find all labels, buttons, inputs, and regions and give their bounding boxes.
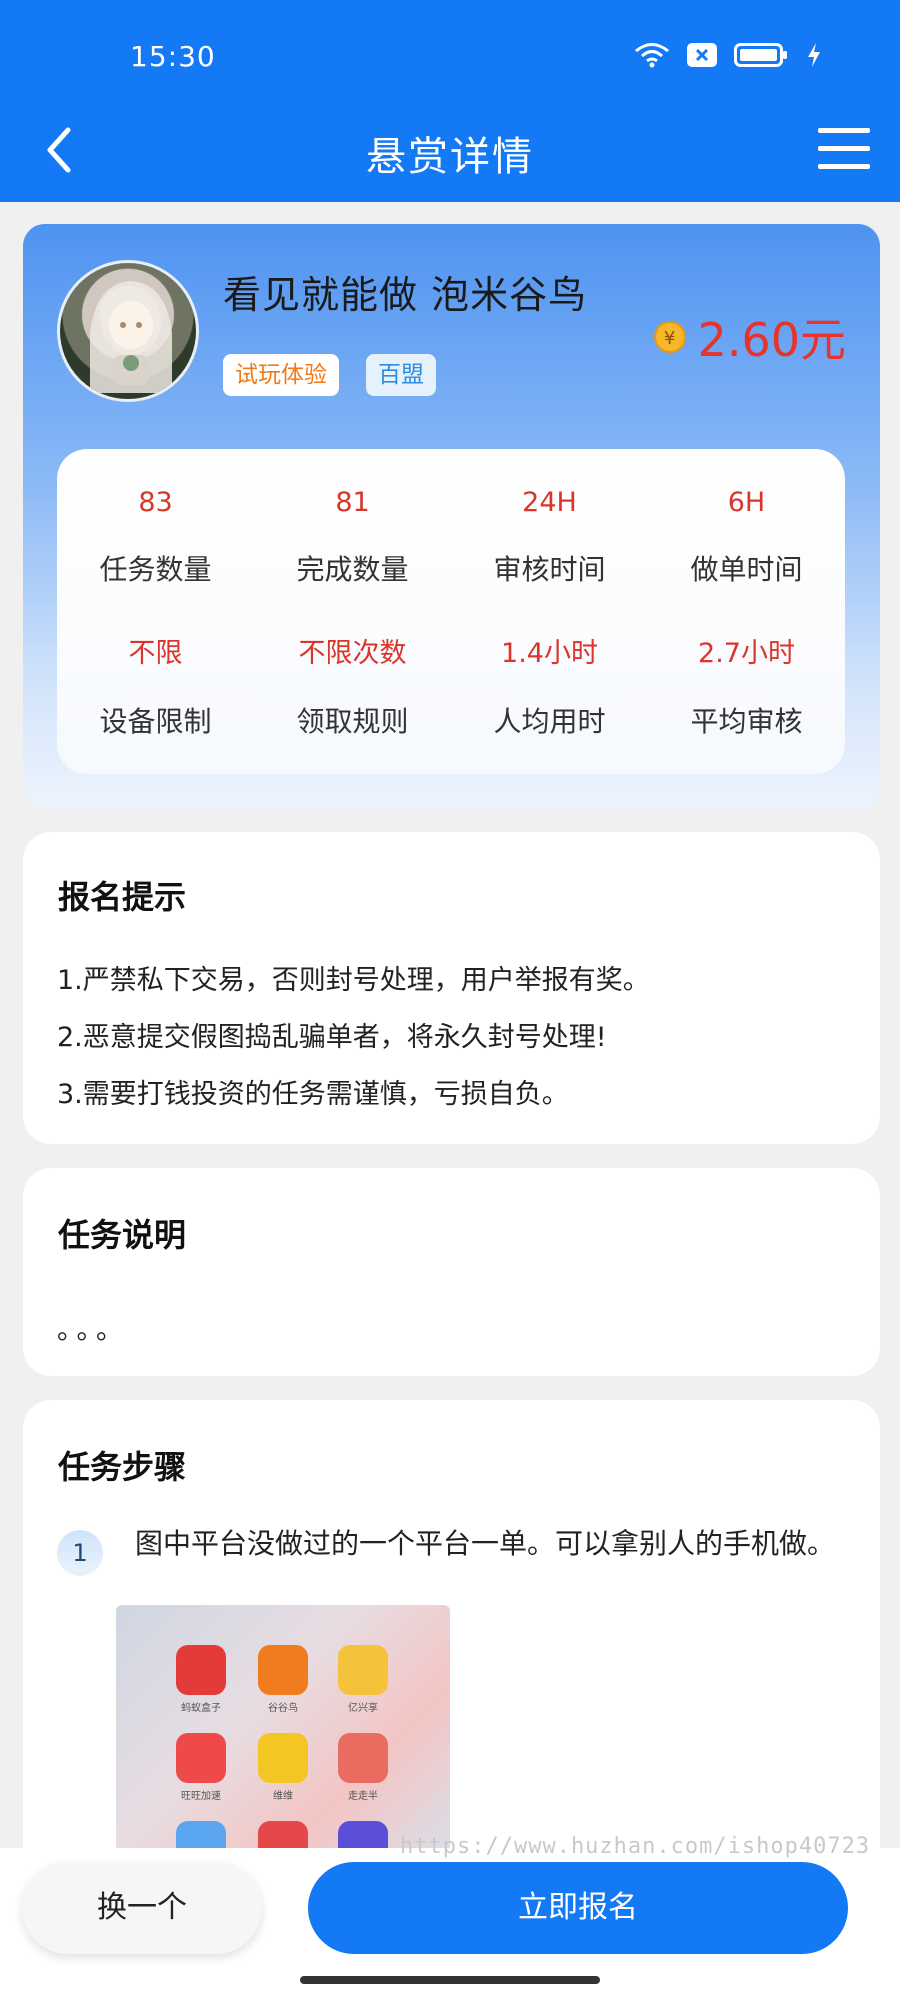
stat-claim-rule: 不限次数 领取规则 bbox=[254, 631, 451, 740]
signup-tips-heading: 报名提示 bbox=[58, 872, 187, 918]
stat-completed-count: 81 完成数量 bbox=[254, 487, 451, 588]
stat-value: 6H bbox=[727, 487, 766, 518]
stat-value: 不限 bbox=[128, 638, 183, 669]
signup-tips-panel: 报名提示 1.严禁私下交易，否则封号处理，用户举报有奖。 2.恶意提交假图捣乱骗… bbox=[23, 832, 880, 1144]
nav-bar: 悬赏详情 bbox=[0, 98, 900, 202]
task-steps-heading: 任务步骤 bbox=[58, 1442, 187, 1488]
stat-label: 领取规则 bbox=[296, 705, 409, 738]
stat-label: 人均用时 bbox=[493, 705, 606, 738]
app-label: 蚂蚁盒子 bbox=[181, 1703, 221, 1714]
app-label: 走走半 bbox=[348, 1791, 378, 1802]
status-icons bbox=[634, 42, 822, 68]
task-steps-panel: 任务步骤 1 图中平台没做过的一个平台一单。可以拿别人的手机做。 蚂蚁盒子 谷谷… bbox=[23, 1400, 880, 1880]
step-number-badge: 1 bbox=[57, 1530, 103, 1576]
stat-device-limit: 不限 设备限制 bbox=[57, 631, 254, 740]
stat-review-time: 24H 审核时间 bbox=[451, 487, 648, 588]
wifi-icon bbox=[635, 43, 669, 68]
tag-platform: 百盟 bbox=[366, 354, 436, 396]
app-label: 谷谷鸟 bbox=[268, 1703, 298, 1714]
tag-trial: 试玩体验 bbox=[223, 354, 339, 396]
stat-value: 2.7小时 bbox=[698, 638, 795, 669]
app-label: 旺旺加速 bbox=[181, 1791, 221, 1802]
stat-value: 81 bbox=[335, 487, 370, 518]
step-screenshot[interactable]: 蚂蚁盒子 谷谷鸟 亿兴享 旺旺加速 维维 走走半 bbox=[116, 1605, 450, 1865]
step-text: 图中平台没做过的一个平台一单。可以拿别人的手机做。 bbox=[135, 1527, 836, 1560]
avatar bbox=[57, 260, 199, 402]
app-icon bbox=[258, 1733, 308, 1783]
stat-value: 不限次数 bbox=[298, 638, 407, 669]
stat-label: 做单时间 bbox=[690, 553, 803, 586]
stat-value: 24H bbox=[522, 487, 577, 518]
stat-label: 任务数量 bbox=[99, 553, 212, 586]
stat-label: 完成数量 bbox=[296, 553, 409, 586]
app-icon bbox=[338, 1645, 388, 1695]
stat-avg-review: 2.7小时 平均审核 bbox=[648, 631, 845, 740]
app-icon bbox=[176, 1645, 226, 1695]
tip-line: 2.恶意提交假图捣乱骗单者，将永久封号处理! bbox=[57, 1022, 607, 1053]
status-time: 15:30 bbox=[130, 40, 216, 73]
sim-off-icon bbox=[687, 43, 717, 67]
app-label: 维维 bbox=[273, 1791, 293, 1802]
stats-grid: 83 任务数量 81 完成数量 24H 审核时间 6H 做单时间 不限 设备限制… bbox=[57, 449, 845, 774]
page-title: 悬赏详情 bbox=[366, 134, 534, 180]
switch-task-button[interactable]: 换一个 bbox=[22, 1862, 262, 1954]
task-desc-heading: 任务说明 bbox=[58, 1210, 187, 1256]
app-icon bbox=[338, 1733, 388, 1783]
apply-now-button[interactable]: 立即报名 bbox=[308, 1862, 848, 1954]
battery-icon bbox=[734, 43, 787, 67]
watermark: https://www.huzhan.com/ishop40723 bbox=[400, 1834, 871, 1859]
task-description-panel: 任务说明 。。。 bbox=[23, 1168, 880, 1376]
stat-work-time: 6H 做单时间 bbox=[648, 487, 845, 588]
coin-icon: ¥ bbox=[653, 321, 686, 353]
menu-icon[interactable] bbox=[816, 124, 872, 174]
stat-avg-duration: 1.4小时 人均用时 bbox=[451, 631, 648, 740]
app-icon bbox=[258, 1645, 308, 1695]
app-icon bbox=[176, 1733, 226, 1783]
price-amount: 2.60元 bbox=[697, 313, 846, 367]
stat-value: 83 bbox=[138, 487, 173, 518]
stat-value: 1.4小时 bbox=[501, 638, 598, 669]
home-indicator[interactable] bbox=[300, 1976, 600, 1984]
stat-label: 平均审核 bbox=[690, 705, 803, 738]
stat-label: 设备限制 bbox=[99, 705, 212, 738]
stat-task-count: 83 任务数量 bbox=[57, 487, 254, 588]
charging-icon bbox=[808, 43, 820, 67]
reward-price: ¥ 2.60元 bbox=[653, 304, 846, 370]
task-title: 看见就能做 泡米谷鸟 bbox=[223, 273, 588, 317]
stat-label: 审核时间 bbox=[493, 553, 606, 586]
task-summary-card: 看见就能做 泡米谷鸟 试玩体验 百盟 ¥ 2.60元 83 任务数量 81 完成… bbox=[23, 224, 880, 809]
task-desc-text: 。。。 bbox=[57, 1315, 129, 1346]
app-label: 亿兴享 bbox=[348, 1703, 378, 1714]
tip-line: 3.需要打钱投资的任务需谨慎，亏损自负。 bbox=[57, 1079, 569, 1110]
status-bar: 15:30 bbox=[0, 0, 900, 98]
tip-line: 1.严禁私下交易，否则封号处理，用户举报有奖。 bbox=[57, 965, 650, 996]
